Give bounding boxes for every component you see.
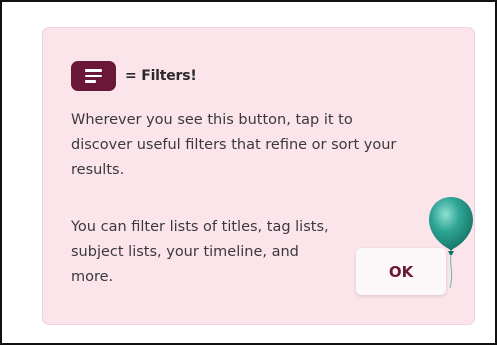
tip-heading-text: = Filters!	[125, 68, 197, 84]
tip-details: You can filter lists of titles, tag list…	[71, 219, 329, 285]
screenshot-frame: = Filters! Wherever you see this button,…	[0, 0, 497, 345]
ok-button[interactable]: OK	[356, 248, 446, 295]
filter-menu-icon	[71, 61, 116, 91]
filters-tip-card: = Filters! Wherever you see this button,…	[43, 28, 474, 324]
tip-description: Wherever you see this button, tap it to …	[71, 112, 397, 178]
tip-heading: = Filters!	[71, 61, 197, 91]
